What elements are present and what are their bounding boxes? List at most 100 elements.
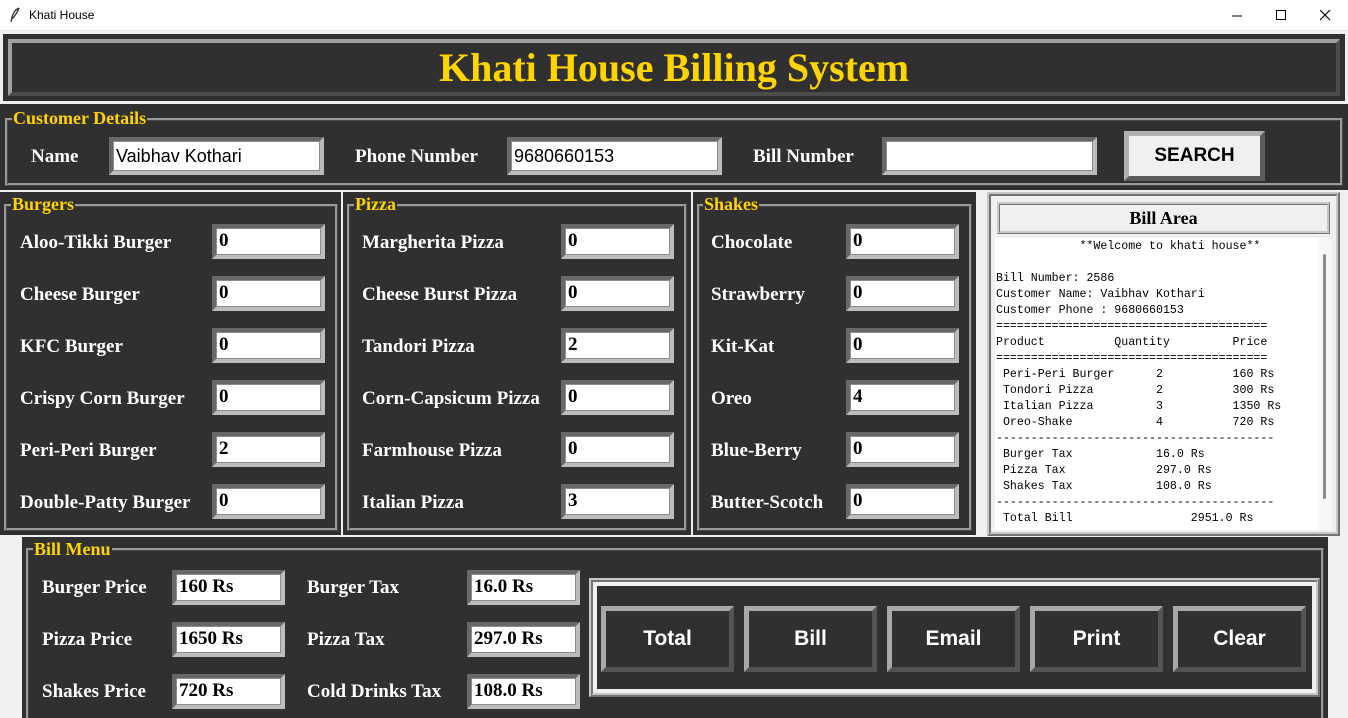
bill-line: Product Quantity Price (996, 336, 1268, 349)
maximize-icon (1275, 10, 1286, 20)
bill-line: Customer Name: Vaibhav Kothari (996, 288, 1205, 301)
pizza-qty-input[interactable]: 0 (561, 380, 674, 415)
pizza-item-label: Cheese Burst Pizza (362, 284, 518, 305)
bill-number-input[interactable] (882, 137, 1097, 175)
pizza-item-label: Tandori Pizza (362, 336, 475, 357)
pizza-item-label: Margherita Pizza (362, 232, 504, 253)
pizza-price-field[interactable]: 1650 Rs (172, 622, 285, 657)
bill-scrollbar-thumb[interactable] (1323, 254, 1326, 499)
bill-line: **Welcome to khati house** (996, 240, 1261, 253)
maximize-button[interactable] (1258, 0, 1304, 31)
burger-qty-input[interactable]: 0 (212, 484, 325, 519)
phone-label: Phone Number (355, 146, 478, 167)
shake-item-label: Butter-Scotch (711, 492, 824, 513)
shake-qty-input[interactable]: 0 (846, 328, 959, 363)
bill-line: Burger Tax 16.0 Rs (996, 448, 1205, 461)
burger-item-label: Double-Patty Burger (20, 492, 191, 513)
shake-qty-input[interactable]: 0 (846, 276, 959, 311)
bill-button[interactable]: Bill (744, 606, 877, 672)
burger-qty-input[interactable]: 0 (212, 276, 325, 311)
shake-item-label: Kit-Kat (711, 336, 775, 357)
search-button[interactable]: SEARCH (1124, 131, 1265, 181)
bill-line: Peri-Peri Burger 2 160 Rs (996, 368, 1275, 381)
bill-menu-section: Bill Menu Burger Price 160 Rs Pizza Pric… (22, 537, 1328, 718)
cold-drinks-tax-field[interactable]: 108.0 Rs (467, 674, 580, 709)
pizza-section: Pizza Margherita Pizza 0 Cheese Burst Pi… (343, 192, 691, 535)
bill-number-label: Bill Number (753, 146, 854, 167)
pizza-tax-field[interactable]: 297.0 Rs (467, 622, 580, 657)
shake-item-label: Oreo (711, 388, 752, 409)
shakes-legend: Shakes (703, 194, 760, 214)
burger-tax-label: Burger Tax (307, 577, 400, 598)
name-input[interactable]: Vaibhav Kothari (109, 137, 324, 175)
bill-menu-legend: Bill Menu (33, 539, 112, 559)
bill-line: Customer Phone : 9680660153 (996, 304, 1184, 317)
pizza-item-label: Corn-Capsicum Pizza (362, 388, 540, 409)
burger-qty-input[interactable]: 0 (212, 380, 325, 415)
bill-scrollbar[interactable] (1318, 238, 1332, 530)
bill-line: ======================================= (996, 320, 1268, 333)
print-button[interactable]: Print (1030, 606, 1163, 672)
header-banner: Khati House Billing System (0, 31, 1348, 104)
bill-area-heading: Bill Area (997, 202, 1330, 234)
burger-item-label: Aloo-Tikki Burger (20, 232, 172, 253)
pizza-qty-input[interactable]: 2 (561, 328, 674, 363)
burger-tax-field[interactable]: 16.0 Rs (467, 570, 580, 605)
bill-line: ---------------------------------------- (996, 496, 1275, 509)
shakes-section: Shakes Chocolate 0 Strawberry 0 Kit-Kat … (693, 192, 976, 535)
header-inner: Khati House Billing System (8, 39, 1340, 96)
bill-line: ======================================= (996, 352, 1268, 365)
burger-item-label: Cheese Burger (20, 284, 140, 305)
bill-line: Total Bill 2951.0 Rs (996, 512, 1254, 525)
pizza-qty-input[interactable]: 0 (561, 432, 674, 467)
bill-line: Pizza Tax 297.0 Rs (996, 464, 1212, 477)
phone-input[interactable]: 9680660153 (507, 137, 722, 175)
bill-line: Italian Pizza 3 1350 Rs (996, 400, 1282, 413)
email-button[interactable]: Email (887, 606, 1020, 672)
shake-item-label: Chocolate (711, 232, 793, 253)
shake-qty-input[interactable]: 0 (846, 432, 959, 467)
shake-qty-input[interactable]: 0 (846, 484, 959, 519)
burger-item-label: Crispy Corn Burger (20, 388, 185, 409)
bill-line: Tondori Pizza 2 300 Rs (996, 384, 1275, 397)
pizza-qty-input[interactable]: 0 (561, 276, 674, 311)
shake-item-label: Strawberry (711, 284, 805, 305)
burger-price-field[interactable]: 160 Rs (172, 570, 285, 605)
shake-qty-input[interactable]: 4 (846, 380, 959, 415)
total-button[interactable]: Total (601, 606, 734, 672)
action-button-panel: Total Bill Email Print Clear (589, 578, 1320, 697)
customer-section: Customer Details Name Vaibhav Kothari Ph… (0, 104, 1348, 190)
close-button[interactable] (1302, 0, 1348, 31)
clear-button[interactable]: Clear (1173, 606, 1306, 672)
cold-drinks-tax-label: Cold Drinks Tax (307, 681, 442, 702)
action-button-panel-inner: Total Bill Email Print Clear (597, 586, 1312, 689)
bill-textarea[interactable]: **Welcome to khati house** Bill Number: … (995, 238, 1318, 530)
minimize-button[interactable] (1214, 0, 1260, 31)
shake-qty-input[interactable]: 0 (846, 224, 959, 259)
burgers-legend: Burgers (11, 194, 75, 214)
pizza-qty-input[interactable]: 0 (561, 224, 674, 259)
burger-qty-input[interactable]: 2 (212, 432, 325, 467)
shake-item-label: Blue-Berry (711, 440, 802, 461)
shakes-price-field[interactable]: 720 Rs (172, 674, 285, 709)
burger-price-label: Burger Price (42, 577, 147, 598)
close-icon (1319, 10, 1330, 21)
pizza-legend: Pizza (354, 194, 397, 214)
burger-item-label: Peri-Peri Burger (20, 440, 157, 461)
bill-line: ---------------------------------------- (996, 432, 1275, 445)
pizza-tax-label: Pizza Tax (307, 629, 385, 650)
burger-qty-input[interactable]: 0 (212, 328, 325, 363)
burger-item-label: KFC Burger (20, 336, 123, 357)
pizza-item-label: Italian Pizza (362, 492, 464, 513)
customer-legend: Customer Details (12, 108, 148, 128)
name-label: Name (31, 146, 79, 167)
shakes-price-label: Shakes Price (42, 681, 146, 702)
bill-line: Bill Number: 2586 (996, 272, 1115, 285)
window-titlebar: Khati House (0, 0, 1348, 31)
burger-qty-input[interactable]: 0 (212, 224, 325, 259)
burgers-section: Burgers Aloo-Tikki Burger 0 Cheese Burge… (0, 192, 341, 535)
bill-line: Oreo-Shake 4 720 Rs (996, 416, 1275, 429)
bill-line: Shakes Tax 108.0 Rs (996, 480, 1212, 493)
pizza-price-label: Pizza Price (42, 629, 133, 650)
pizza-qty-input[interactable]: 3 (561, 484, 674, 519)
